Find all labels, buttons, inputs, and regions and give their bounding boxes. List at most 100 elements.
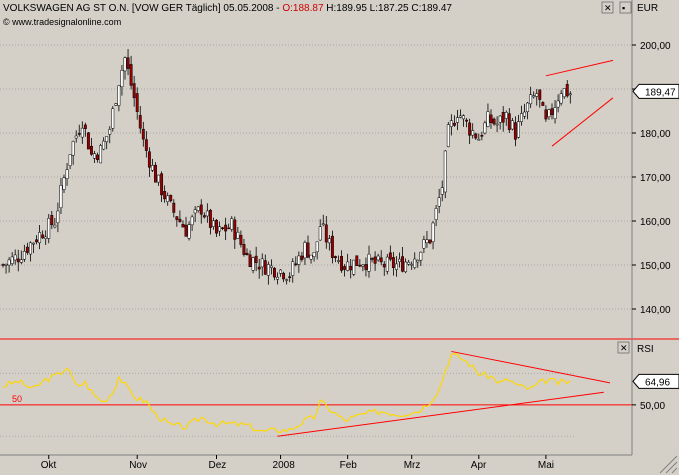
candle-body xyxy=(47,218,51,239)
candle-body xyxy=(471,130,475,136)
candle-body xyxy=(425,239,429,244)
candle-body xyxy=(248,254,252,268)
candle-body xyxy=(422,239,426,249)
candle-body xyxy=(535,93,539,97)
candle-body xyxy=(327,238,331,244)
candle-body xyxy=(193,209,197,214)
candle-body xyxy=(523,111,526,117)
candle-body xyxy=(526,102,530,112)
candle-body xyxy=(431,222,435,242)
candle-body xyxy=(318,226,322,241)
candle-body xyxy=(541,102,545,106)
time-tick-label: Dez xyxy=(209,460,227,471)
candle-body xyxy=(263,260,267,275)
candle-body xyxy=(269,265,273,268)
candle-body xyxy=(38,232,42,244)
candle-body xyxy=(379,257,383,263)
candle-body xyxy=(309,254,313,260)
candle-body xyxy=(520,113,523,122)
candle-body xyxy=(343,266,347,270)
candle-body xyxy=(62,177,66,190)
candle-body xyxy=(437,197,441,207)
close-icon: ✕ xyxy=(604,3,612,13)
candle-body xyxy=(50,215,54,225)
candle-body xyxy=(196,206,200,211)
candle-body xyxy=(517,121,520,138)
candle-body xyxy=(96,154,99,160)
candle-body xyxy=(465,119,469,122)
candle-body xyxy=(172,202,176,213)
candle-body xyxy=(147,151,151,168)
candle-body xyxy=(358,264,362,267)
title-prefix: VOLKSWAGEN AG ST O.N. [VOW GER Täglich] … xyxy=(3,3,282,14)
candle-body xyxy=(367,253,371,272)
candle-body xyxy=(199,204,203,215)
candle-body xyxy=(53,224,57,228)
candle-body xyxy=(224,224,228,232)
expand-button[interactable]: ▪ xyxy=(619,1,632,14)
candle-body xyxy=(276,276,279,280)
candle-body xyxy=(105,136,109,143)
candle-body xyxy=(111,108,115,129)
candle-body xyxy=(123,57,127,72)
candle-body xyxy=(410,263,414,266)
candle-body xyxy=(416,259,420,263)
candle-body xyxy=(532,95,536,98)
candle-body xyxy=(93,153,96,159)
candle-body xyxy=(565,84,569,97)
candle-body xyxy=(449,120,453,127)
candle-body xyxy=(166,195,170,202)
candle-body xyxy=(428,239,432,244)
candle-body xyxy=(544,109,548,120)
close-button[interactable]: ✕ xyxy=(601,1,614,14)
candle-body xyxy=(312,251,316,257)
candle-body xyxy=(294,263,298,266)
candle-body xyxy=(334,256,337,259)
candle-body xyxy=(550,108,554,115)
candle-body xyxy=(315,241,319,253)
candle-body xyxy=(355,255,359,266)
candle-body xyxy=(285,279,289,281)
candle-body xyxy=(138,115,142,129)
candle-body xyxy=(486,111,490,127)
candle-body xyxy=(205,210,209,217)
price-tick-label: 170,00 xyxy=(640,173,671,184)
candle-body xyxy=(510,120,514,130)
candle-body xyxy=(163,191,167,200)
candle-body xyxy=(175,216,179,220)
candle-body xyxy=(440,187,444,195)
candle-body xyxy=(373,256,377,264)
candle-body xyxy=(364,264,368,270)
candle-body xyxy=(468,122,472,136)
candle-body xyxy=(483,122,487,134)
chart-window: 50 VOLKSWAGEN AG ST O.N. [VOW GER Täglic… xyxy=(0,0,679,475)
rsi-tick-label: 50,00 xyxy=(640,401,665,412)
candle-body xyxy=(239,234,243,245)
candle-body xyxy=(178,218,182,223)
candle-body xyxy=(330,235,334,258)
candle-body xyxy=(288,276,292,278)
candle-body xyxy=(25,246,29,253)
candle-body xyxy=(462,115,466,120)
time-tick-label: Mrz xyxy=(404,460,421,471)
candle-body xyxy=(77,133,81,135)
candle-body xyxy=(361,264,365,267)
candle-body xyxy=(337,260,340,262)
candle-body xyxy=(382,263,386,268)
candle-body xyxy=(513,122,517,140)
candle-body xyxy=(83,124,87,129)
candle-body xyxy=(376,255,380,261)
price-last-value: 189,47 xyxy=(645,87,676,98)
rsi-close-button[interactable]: ✕ xyxy=(617,341,630,354)
candle-body xyxy=(144,139,148,151)
candle-body xyxy=(495,123,499,126)
candle-body xyxy=(212,220,215,227)
candle-body xyxy=(480,135,484,137)
candle-body xyxy=(456,117,459,123)
candle-body xyxy=(254,255,258,263)
candle-body xyxy=(19,259,23,263)
candle-body xyxy=(504,112,508,119)
candle-body xyxy=(257,266,261,270)
candle-body xyxy=(160,173,164,196)
candle-body xyxy=(233,219,237,240)
